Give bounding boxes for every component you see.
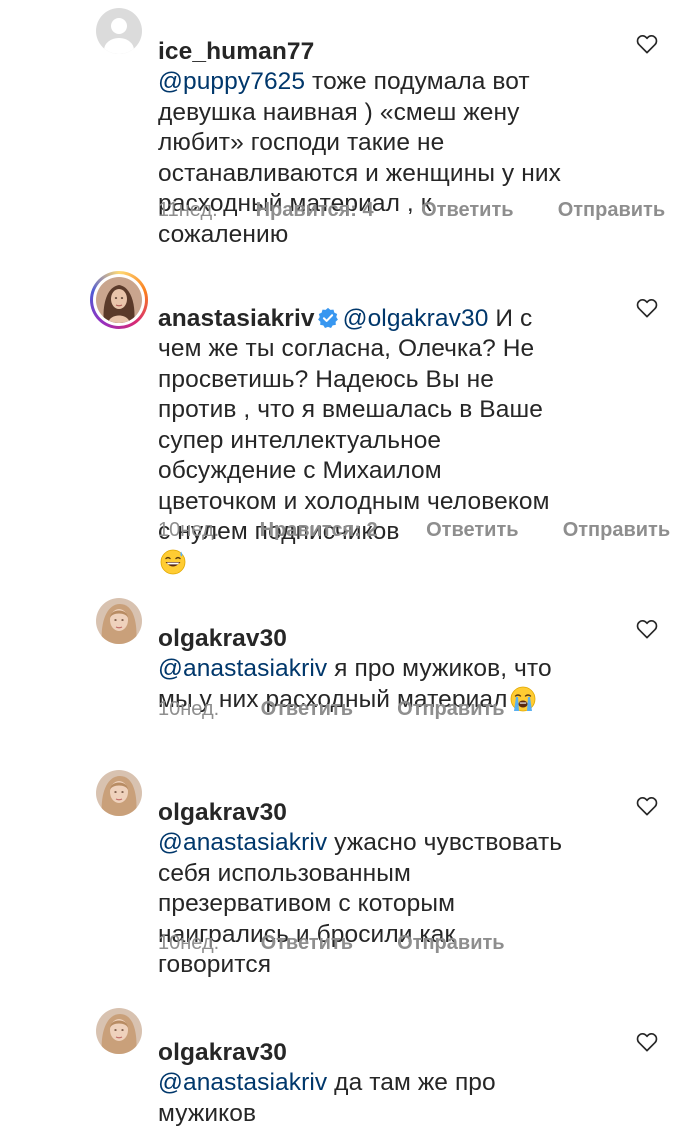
comment-meta: 10нед. Ответить Отправить [158, 698, 505, 721]
comment-meta: 10нед. Ответить Отправить [158, 932, 505, 955]
profile-photo-icon [96, 1008, 142, 1054]
send-button[interactable]: Отправить [558, 199, 665, 222]
likes-count[interactable]: Нравится: 4 [256, 199, 416, 222]
comment-mention[interactable]: @anastasiakriv [158, 829, 327, 856]
comment-mention[interactable]: @anastasiakriv [158, 1069, 327, 1096]
verified-badge-icon [317, 307, 338, 328]
comment-time: 10нед. [158, 519, 220, 541]
reply-button[interactable]: Ответить [426, 519, 557, 542]
grinning-sweat-emoji-icon [160, 549, 186, 574]
avatar[interactable] [96, 1008, 142, 1054]
avatar [96, 277, 142, 323]
send-button[interactable]: Отправить [563, 519, 670, 542]
comment-username[interactable]: anastasiakriv [158, 305, 315, 332]
comment-username[interactable]: olgakrav30 [158, 1039, 287, 1066]
profile-photo-icon [96, 770, 142, 816]
comment-meta: 11нед. Нравится: 4 Ответить Отправить [158, 199, 665, 222]
comment-username[interactable]: olgakrav30 [158, 799, 287, 826]
comment-time: 11нед. [158, 199, 218, 221]
heart-icon[interactable] [636, 1032, 658, 1052]
comment-mention[interactable]: @puppy7625 [158, 68, 305, 95]
heart-icon[interactable] [636, 619, 658, 639]
comment-username[interactable]: ice_human77 [158, 38, 314, 65]
comment-mention[interactable]: @anastasiakriv [158, 655, 327, 682]
story-ring[interactable] [90, 271, 148, 329]
avatar[interactable] [96, 770, 142, 816]
comment-meta: 10нед. Нравится: 2 Ответить Отправить [158, 519, 670, 542]
heart-icon[interactable] [636, 34, 658, 54]
heart-icon[interactable] [636, 796, 658, 816]
reply-button[interactable]: Ответить [261, 932, 392, 955]
comment-time: 10нед. [158, 698, 220, 720]
profile-photo-icon [96, 277, 142, 323]
comment-text: olgakrav30 @anastasiakriv да там же про … [158, 1007, 563, 1129]
avatar[interactable] [96, 598, 142, 644]
likes-count[interactable]: Нравится: 2 [260, 519, 421, 542]
comment-time: 10нед. [158, 932, 220, 954]
send-button[interactable]: Отправить [397, 932, 504, 955]
send-button[interactable]: Отправить [397, 698, 504, 721]
reply-button[interactable]: Ответить [261, 698, 392, 721]
heart-icon[interactable] [636, 298, 658, 318]
reply-button[interactable]: Ответить [421, 199, 552, 222]
default-avatar-icon [96, 8, 142, 54]
crying-emoji-icon [510, 686, 535, 711]
comment-username[interactable]: olgakrav30 [158, 625, 287, 652]
profile-photo-icon [96, 598, 142, 644]
comment-body: И с чем же ты согласна, Олечка? Не просв… [158, 304, 550, 546]
avatar[interactable] [96, 8, 142, 54]
comment-text: olgakrav30 @anastasiakriv я про мужиков,… [158, 593, 563, 715]
comment-mention[interactable]: @olgakrav30 [343, 305, 489, 332]
